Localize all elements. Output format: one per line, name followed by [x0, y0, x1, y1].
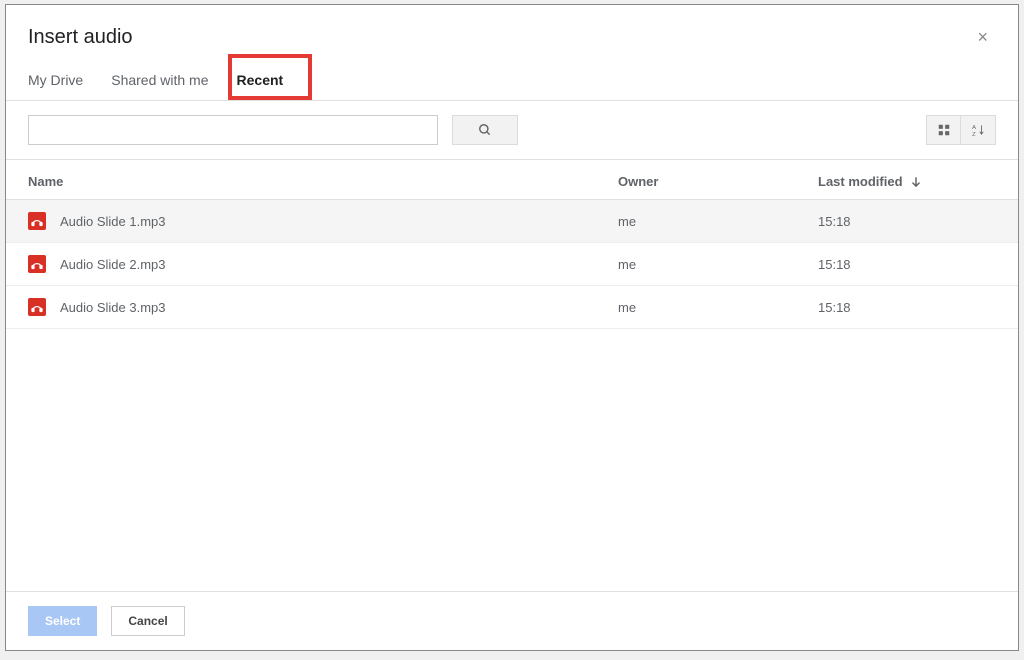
column-name[interactable]: Name [28, 174, 618, 189]
cancel-button[interactable]: Cancel [111, 606, 184, 636]
file-row[interactable]: Audio Slide 2.mp3 me 15:18 [6, 243, 1018, 286]
svg-text:Z: Z [972, 132, 976, 137]
audio-file-icon [28, 298, 46, 316]
file-name: Audio Slide 2.mp3 [60, 257, 166, 272]
file-modified: 15:18 [818, 257, 996, 272]
file-owner: me [618, 300, 818, 315]
tab-my-drive[interactable]: My Drive [28, 62, 83, 100]
search-icon [478, 123, 492, 137]
column-last-modified[interactable]: Last modified [818, 174, 996, 189]
column-modified-label: Last modified [818, 174, 903, 189]
grid-icon [937, 123, 951, 137]
file-modified: 15:18 [818, 300, 996, 315]
search-button[interactable] [452, 115, 518, 145]
file-name: Audio Slide 3.mp3 [60, 300, 166, 315]
close-icon: × [977, 27, 988, 47]
grid-view-button[interactable] [927, 116, 961, 144]
file-owner: me [618, 257, 818, 272]
view-toggle: AZ [926, 115, 996, 145]
file-row[interactable]: Audio Slide 1.mp3 me 15:18 [6, 200, 1018, 243]
dialog-header: Insert audio × [6, 5, 1018, 62]
select-button[interactable]: Select [28, 606, 97, 636]
column-headers: Name Owner Last modified [6, 160, 1018, 200]
svg-text:A: A [972, 125, 976, 131]
dialog-footer: Select Cancel [6, 591, 1018, 650]
sort-az-button[interactable]: AZ [961, 116, 995, 144]
file-list: Audio Slide 1.mp3 me 15:18 Audio Slide 2… [6, 200, 1018, 591]
toolbar: AZ [6, 101, 1018, 160]
sort-az-icon: AZ [971, 123, 985, 137]
audio-file-icon [28, 212, 46, 230]
search-input[interactable] [28, 115, 438, 145]
insert-audio-dialog: Insert audio × My Drive Shared with me R… [5, 4, 1019, 651]
file-row[interactable]: Audio Slide 3.mp3 me 15:18 [6, 286, 1018, 329]
tabs: My Drive Shared with me Recent [6, 62, 1018, 101]
tab-recent[interactable]: Recent [237, 62, 284, 100]
close-button[interactable]: × [969, 23, 996, 52]
file-owner: me [618, 214, 818, 229]
file-modified: 15:18 [818, 214, 996, 229]
column-owner[interactable]: Owner [618, 174, 818, 189]
arrow-down-icon [909, 175, 923, 189]
dialog-title: Insert audio [28, 26, 133, 49]
audio-file-icon [28, 255, 46, 273]
file-name: Audio Slide 1.mp3 [60, 214, 166, 229]
tab-shared-with-me[interactable]: Shared with me [111, 62, 208, 100]
